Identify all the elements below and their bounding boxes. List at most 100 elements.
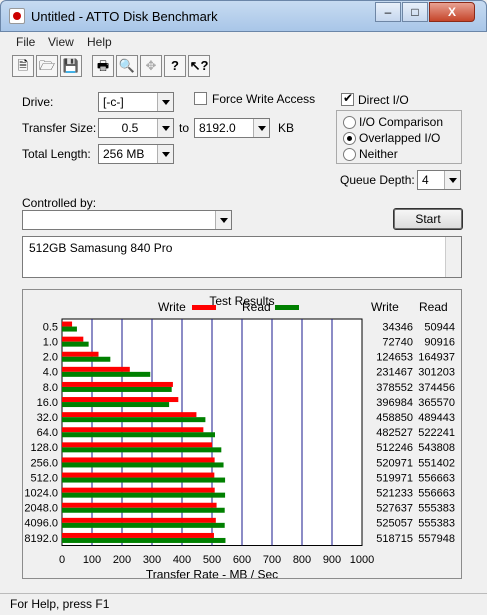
read-bar bbox=[62, 417, 206, 423]
context-help-icon[interactable]: ↖? bbox=[188, 55, 210, 77]
new-document-icon[interactable]: 🗎 bbox=[12, 55, 34, 77]
x-tick-label: 0 bbox=[59, 554, 65, 566]
category-label: 2.0 bbox=[43, 352, 58, 364]
write-bar bbox=[62, 442, 213, 448]
window-title: Untitled - ATTO Disk Benchmark bbox=[31, 9, 218, 24]
write-value: 72740 bbox=[382, 337, 413, 349]
x-tick-label: 1000 bbox=[350, 554, 374, 566]
write-bar bbox=[62, 487, 215, 493]
neither-radio[interactable] bbox=[343, 148, 356, 161]
read-bar bbox=[62, 402, 170, 408]
read-value: 557948 bbox=[418, 533, 455, 545]
io-mode-group: I/O Comparison Overlapped I/O Neither bbox=[336, 110, 462, 164]
write-value: 518715 bbox=[376, 533, 413, 545]
controlled-by-select[interactable] bbox=[22, 210, 232, 230]
print-icon[interactable]: 🖶 bbox=[92, 55, 114, 77]
queue-depth-select[interactable]: 4 bbox=[417, 170, 461, 190]
read-value: 489443 bbox=[418, 412, 455, 424]
app-icon bbox=[9, 8, 25, 24]
read-bar bbox=[62, 386, 172, 392]
category-label: 8192.0 bbox=[24, 533, 58, 545]
overlapped-io-label: Overlapped I/O bbox=[359, 131, 441, 145]
transfer-to-select[interactable]: 8192.0 bbox=[194, 118, 270, 138]
column-header-write: Write bbox=[371, 300, 399, 314]
test-results-panel: Test Results Write Read Write Read 0 100 200 300… bbox=[22, 289, 462, 582]
menu-file[interactable]: File bbox=[16, 35, 35, 49]
menu-view[interactable]: View bbox=[48, 35, 74, 49]
start-button[interactable]: Start bbox=[393, 208, 463, 230]
close-button[interactable]: X bbox=[429, 2, 475, 22]
write-bar bbox=[62, 502, 217, 508]
write-value: 231467 bbox=[376, 367, 413, 379]
write-bar bbox=[62, 412, 197, 418]
read-bar bbox=[62, 356, 111, 362]
transfer-from-value: 0.5 bbox=[121, 121, 139, 135]
queue-depth-value: 4 bbox=[422, 173, 429, 187]
transfer-size-label: Transfer Size: bbox=[22, 121, 97, 135]
chevron-down-icon[interactable] bbox=[253, 119, 269, 137]
neither-label: Neither bbox=[359, 147, 398, 161]
category-label: 1.0 bbox=[43, 337, 58, 349]
maximize-button[interactable]: □ bbox=[402, 2, 428, 22]
minimize-button[interactable]: – bbox=[375, 2, 401, 22]
write-value: 521233 bbox=[376, 488, 413, 500]
read-bar bbox=[62, 537, 226, 543]
read-value: 555383 bbox=[418, 503, 455, 515]
chevron-down-icon[interactable] bbox=[444, 171, 460, 189]
legend-read-swatch bbox=[275, 305, 299, 310]
description-scrollbar[interactable] bbox=[445, 237, 461, 277]
title-bar[interactable]: Untitled - ATTO Disk Benchmark – □ X bbox=[0, 0, 487, 32]
x-axis-label: Transfer Rate - MB / Sec bbox=[146, 568, 278, 579]
chevron-down-icon[interactable] bbox=[157, 145, 173, 163]
chevron-down-icon[interactable] bbox=[215, 211, 231, 229]
legend-write-swatch bbox=[192, 305, 216, 310]
transfer-from-select[interactable]: 0.5 bbox=[98, 118, 174, 138]
transfer-to-value: 8192.0 bbox=[199, 121, 236, 135]
help-icon[interactable]: ? bbox=[164, 55, 186, 77]
read-value: 556663 bbox=[418, 488, 455, 500]
description-textbox[interactable]: 512GB Samasung 840 Pro bbox=[22, 236, 462, 278]
kb-label: KB bbox=[278, 121, 295, 135]
chevron-down-icon[interactable] bbox=[157, 119, 173, 137]
drive-select[interactable]: [-c-] bbox=[98, 92, 174, 112]
menu-bar: File View Help bbox=[0, 32, 487, 52]
write-value: 378552 bbox=[376, 382, 413, 394]
print-preview-icon[interactable]: 🔍 bbox=[116, 55, 138, 77]
write-bar bbox=[62, 321, 73, 327]
write-bar bbox=[62, 397, 179, 403]
write-bar bbox=[62, 366, 130, 372]
status-bar: For Help, press F1 bbox=[0, 593, 487, 615]
category-label: 32.0 bbox=[37, 412, 58, 424]
write-bar bbox=[62, 532, 214, 538]
drive-label: Drive: bbox=[22, 95, 54, 109]
write-value: 458850 bbox=[376, 412, 413, 424]
direct-io-checkbox[interactable] bbox=[341, 91, 354, 106]
menu-help[interactable]: Help bbox=[87, 35, 112, 49]
write-value: 519971 bbox=[376, 472, 413, 484]
write-value: 527637 bbox=[376, 503, 413, 515]
save-icon[interactable]: 💾 bbox=[60, 55, 82, 77]
write-value: 525057 bbox=[376, 518, 413, 530]
write-value: 34346 bbox=[382, 321, 413, 333]
read-value: 365570 bbox=[418, 397, 455, 409]
write-value: 482527 bbox=[376, 427, 413, 439]
move-icon[interactable]: ✥ bbox=[140, 55, 162, 77]
open-folder-icon[interactable]: 🗁 bbox=[36, 55, 58, 77]
total-length-select[interactable]: 256 MB bbox=[98, 144, 174, 164]
results-chart: Test ResultsWrite Read Write Read0 100 200 300… bbox=[24, 294, 455, 582]
read-value: 556663 bbox=[418, 472, 455, 484]
overlapped-io-radio[interactable] bbox=[343, 132, 356, 145]
read-bar bbox=[62, 341, 89, 347]
x-tick-label: 300 bbox=[143, 554, 161, 566]
write-bar bbox=[62, 427, 204, 433]
x-tick-label: 700 bbox=[263, 554, 281, 566]
write-value: 520971 bbox=[376, 457, 413, 469]
category-label: 16.0 bbox=[37, 397, 58, 409]
force-write-checkbox[interactable] bbox=[194, 92, 207, 105]
read-bar bbox=[62, 507, 225, 513]
io-comparison-radio[interactable] bbox=[343, 116, 356, 129]
category-label: 2048.0 bbox=[24, 503, 58, 515]
x-tick-label: 600 bbox=[233, 554, 251, 566]
write-bar bbox=[62, 351, 99, 357]
chevron-down-icon[interactable] bbox=[157, 93, 173, 111]
